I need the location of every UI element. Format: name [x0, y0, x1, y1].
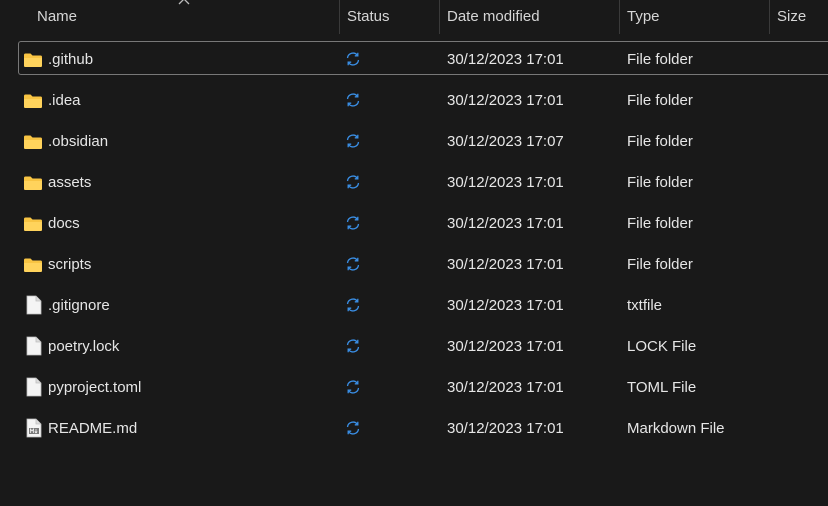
file-row[interactable]: .idea 30/12/2023 17:01 File folder [18, 82, 828, 116]
file-type: File folder [627, 133, 693, 150]
chevron-up-icon[interactable] [177, 0, 191, 7]
column-name[interactable]: Name [37, 0, 77, 34]
file-type: LOCK File [627, 338, 697, 355]
file-row[interactable]: poetry.lock 30/12/2023 17:01 LOCK File [18, 328, 828, 362]
file-icon [23, 329, 45, 361]
file-name: scripts [48, 256, 92, 273]
date-modified: 30/12/2023 17:01 [447, 297, 564, 314]
file-row[interactable]: docs 30/12/2023 17:01 File folder [18, 205, 828, 239]
sync-icon [345, 411, 365, 443]
file-type: TOML File [627, 379, 697, 396]
date-modified: 30/12/2023 17:07 [447, 133, 564, 150]
column-divider[interactable] [769, 0, 770, 34]
sync-icon [345, 370, 365, 402]
file-type: File folder [627, 51, 693, 68]
file-name: .gitignore [48, 297, 110, 314]
file-explorer: Name Status Date modified Type Size .git… [0, 0, 828, 506]
file-name: .github [48, 51, 94, 68]
folder-icon [23, 247, 45, 279]
file-icon [23, 288, 45, 320]
column-size[interactable]: Size [777, 0, 806, 34]
folder-icon [23, 206, 45, 238]
file-row[interactable]: README.md 30/12/2023 17:01 Markdown File [18, 410, 828, 444]
sync-icon [345, 42, 365, 74]
file-type: txtfile [627, 297, 663, 314]
date-modified: 30/12/2023 17:01 [447, 420, 564, 437]
date-modified: 30/12/2023 17:01 [447, 379, 564, 396]
file-name: README.md [48, 420, 138, 437]
date-modified: 30/12/2023 17:01 [447, 338, 564, 355]
file-name: docs [48, 215, 80, 232]
sync-icon [345, 206, 365, 238]
sync-icon [345, 165, 365, 197]
column-divider[interactable] [619, 0, 620, 34]
sync-icon [345, 124, 365, 156]
file-type: File folder [627, 174, 693, 191]
file-row[interactable]: scripts 30/12/2023 17:01 File folder [18, 246, 828, 280]
column-divider[interactable] [439, 0, 440, 34]
folder-icon [23, 124, 45, 156]
sync-icon [345, 329, 365, 361]
column-date-modified[interactable]: Date modified [447, 0, 540, 34]
column-type[interactable]: Type [627, 0, 660, 34]
folder-icon [23, 165, 45, 197]
markdown-file-icon [23, 411, 45, 443]
file-type: File folder [627, 92, 693, 109]
sync-icon [345, 83, 365, 115]
column-header: Name Status Date modified Type Size [0, 0, 828, 34]
file-name: assets [48, 174, 92, 191]
folder-icon [23, 83, 45, 115]
folder-icon [23, 42, 45, 74]
date-modified: 30/12/2023 17:01 [447, 256, 564, 273]
file-name: .obsidian [48, 133, 109, 150]
date-modified: 30/12/2023 17:01 [447, 92, 564, 109]
file-name: poetry.lock [48, 338, 120, 355]
sync-icon [345, 247, 365, 279]
file-icon [23, 370, 45, 402]
file-row[interactable]: .obsidian 30/12/2023 17:07 File folder [18, 123, 828, 157]
column-divider[interactable] [339, 0, 340, 34]
file-type: Markdown File [627, 420, 725, 437]
column-status[interactable]: Status [347, 0, 390, 34]
file-type: File folder [627, 215, 693, 232]
sync-icon [345, 288, 365, 320]
file-row[interactable]: assets 30/12/2023 17:01 File folder [18, 164, 828, 198]
file-name: pyproject.toml [48, 379, 142, 396]
date-modified: 30/12/2023 17:01 [447, 215, 564, 232]
file-type: File folder [627, 256, 693, 273]
date-modified: 30/12/2023 17:01 [447, 174, 564, 191]
date-modified: 30/12/2023 17:01 [447, 51, 564, 68]
file-name: .idea [48, 92, 81, 109]
file-row[interactable]: .gitignore 30/12/2023 17:01 txtfile [18, 287, 828, 321]
file-row[interactable]: .github 30/12/2023 17:01 File folder [18, 41, 828, 75]
file-row[interactable]: pyproject.toml 30/12/2023 17:01 TOML Fil… [18, 369, 828, 403]
